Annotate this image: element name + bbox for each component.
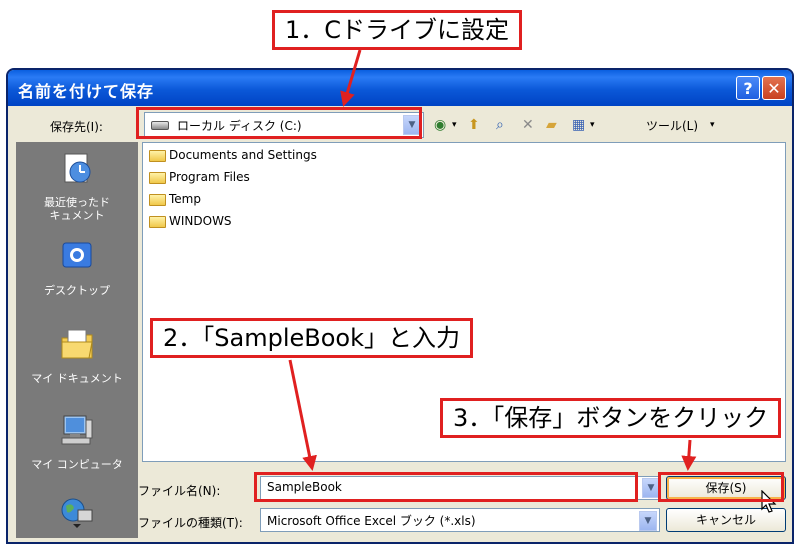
step3-arrow xyxy=(681,439,697,471)
step2-arrow xyxy=(288,359,317,471)
step1-arrow xyxy=(340,49,362,107)
annotation-arrows xyxy=(288,49,697,471)
